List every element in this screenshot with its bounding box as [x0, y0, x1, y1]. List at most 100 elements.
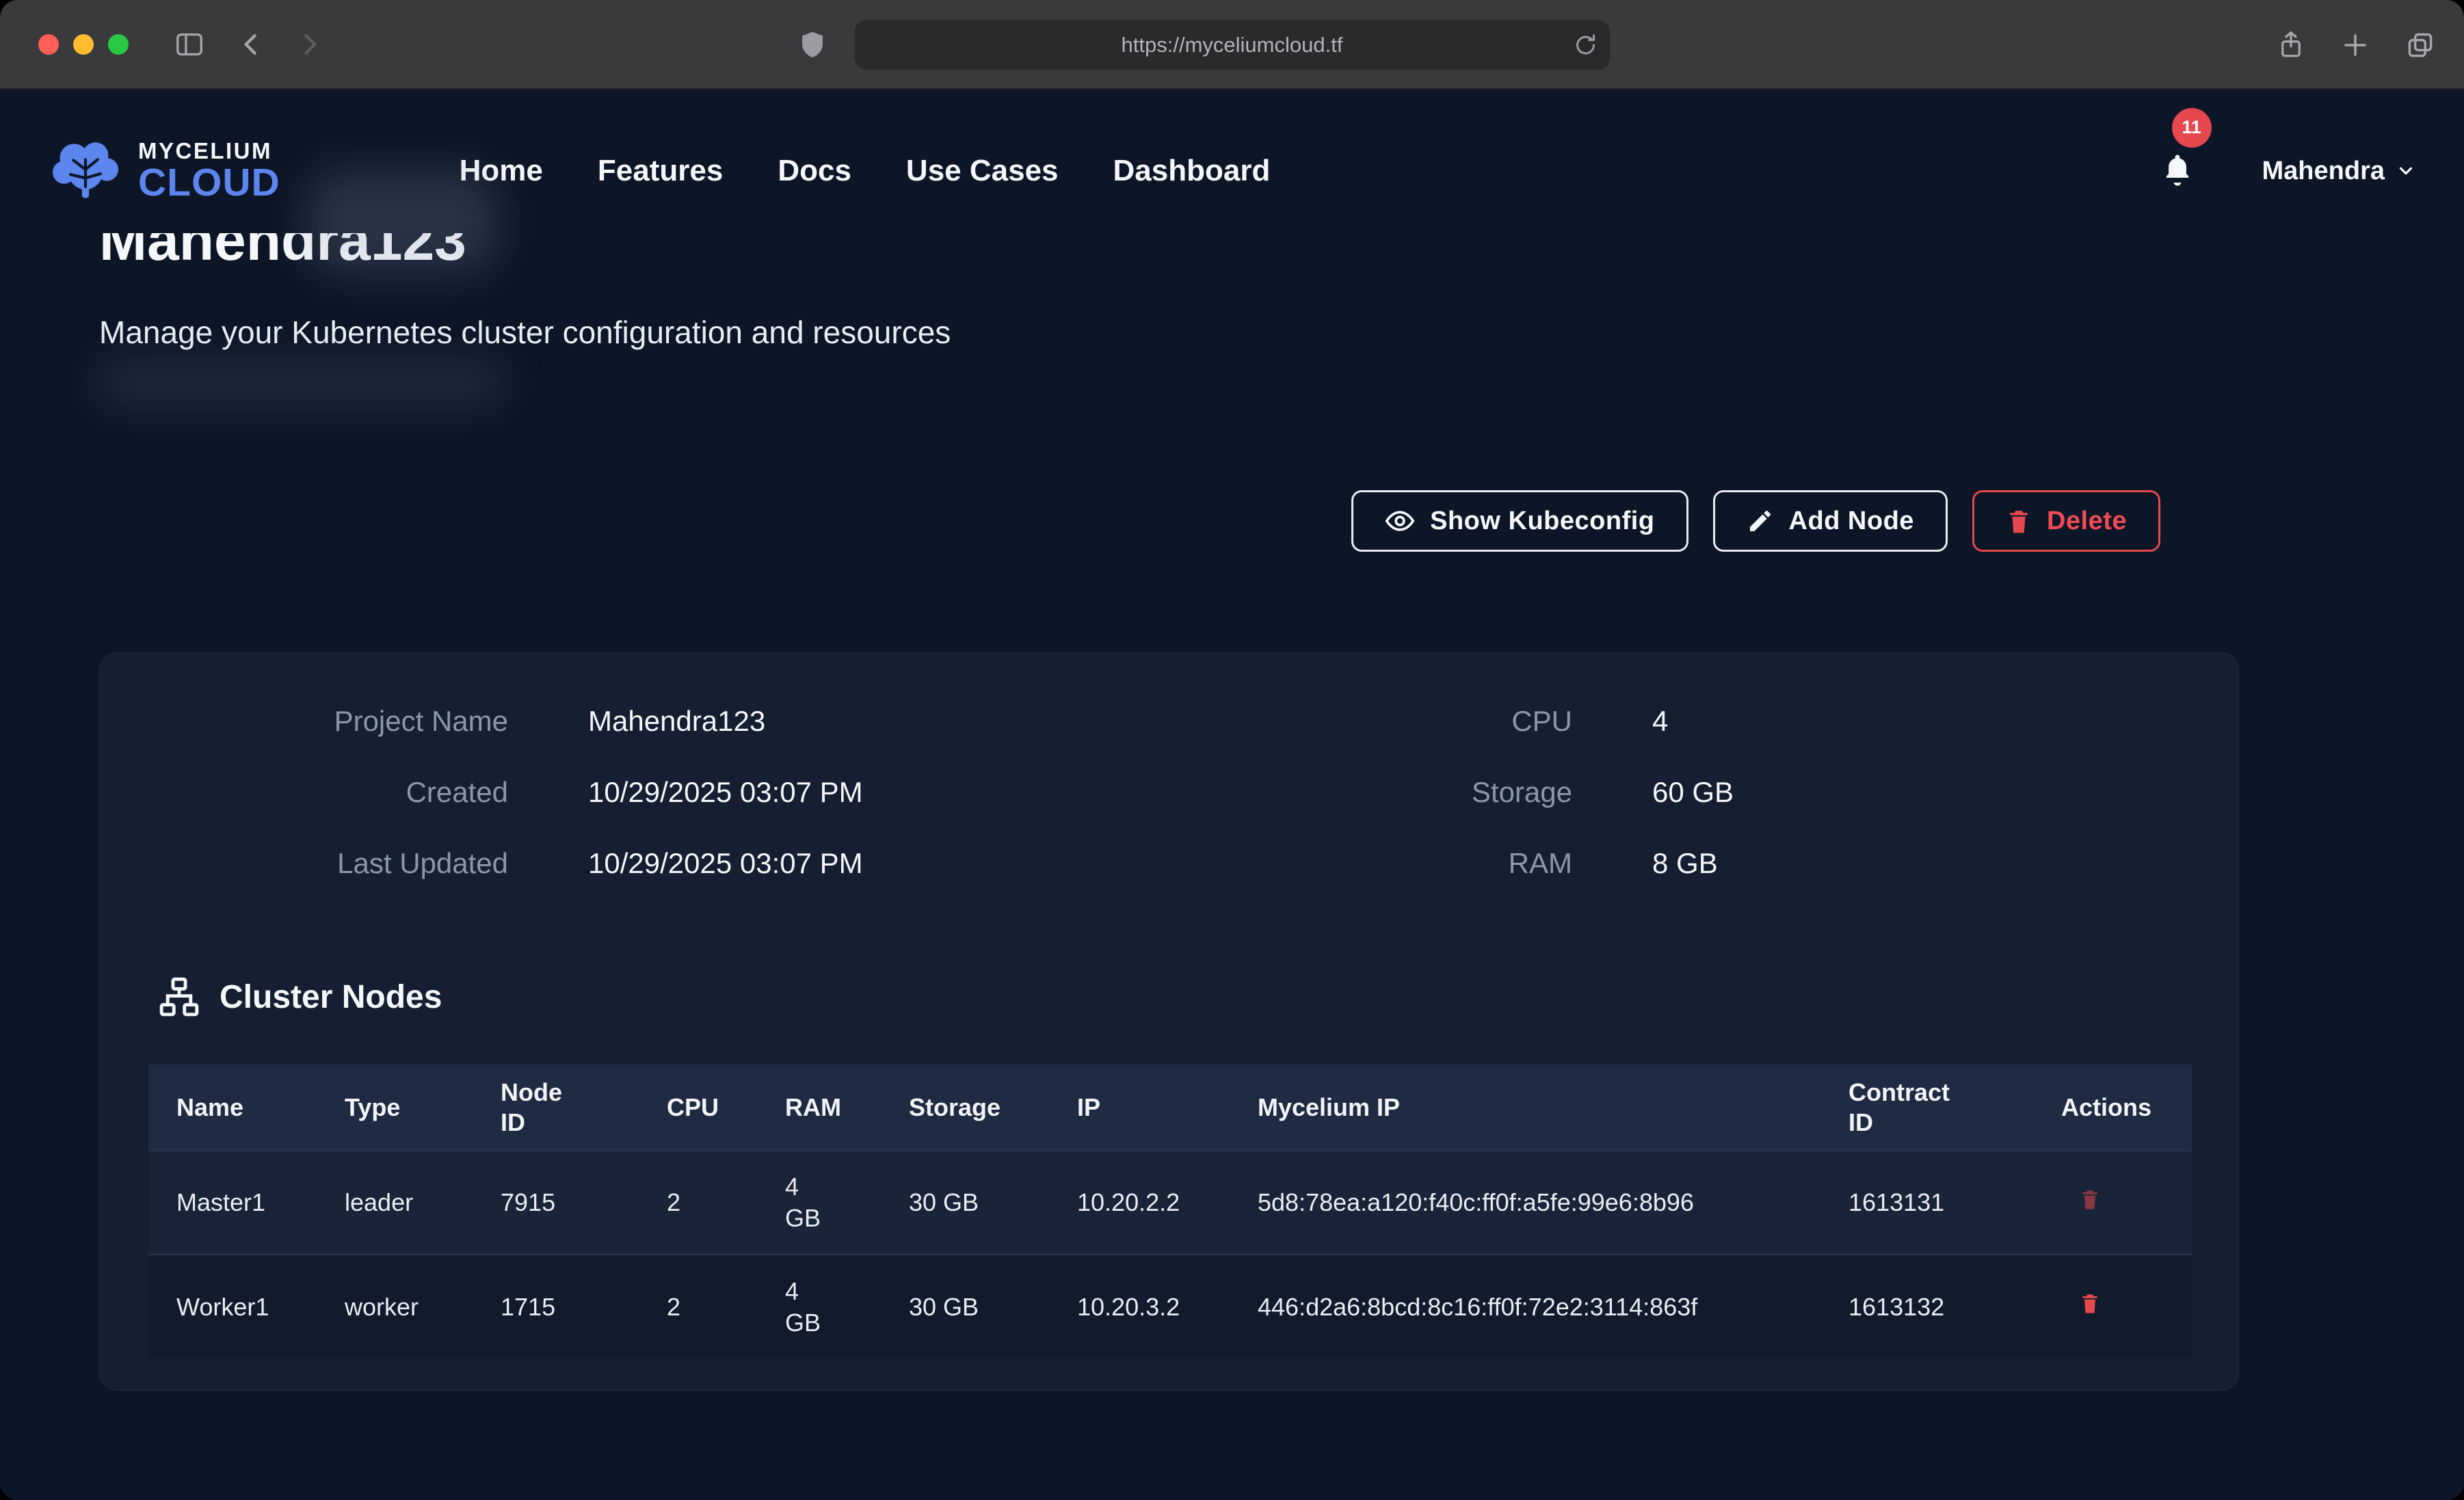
address-bar[interactable]: https://myceliumcloud.tf	[854, 20, 1610, 70]
cell-contract-id: 1613131	[1820, 1151, 2033, 1255]
cluster-info-grid: Project Name Mahendra123 CPU 4 Created 1…	[100, 686, 2238, 899]
col-actions: Actions	[2033, 1064, 2192, 1151]
traffic-lights	[38, 34, 129, 55]
info-label-last-updated: Last Updated	[100, 847, 508, 880]
pencil-icon	[1747, 507, 1774, 535]
add-node-label: Add Node	[1789, 507, 1914, 536]
sidebar-toggle-button[interactable]	[174, 31, 205, 58]
forward-button[interactable]	[297, 29, 323, 59]
share-button[interactable]	[2277, 29, 2305, 62]
info-value-project-name: Mahendra123	[508, 705, 1285, 738]
cluster-nodes-title: Cluster Nodes	[220, 978, 442, 1016]
info-value-ram: 8 GB	[1572, 847, 2238, 880]
mycelium-logo-icon	[48, 138, 123, 204]
cluster-page: Mahendra123 Manage your Kubernetes clust…	[0, 233, 2464, 1391]
info-label-storage: Storage	[1285, 776, 1572, 809]
nav-link-docs[interactable]: Docs	[778, 154, 851, 188]
delete-cluster-button[interactable]: Delete	[1972, 490, 2160, 552]
col-name: Name	[148, 1064, 317, 1151]
cell-mycelium-ip: 5d8:78ea:a120:f40c:ff0f:a5fe:99e6:8b96	[1230, 1151, 1820, 1255]
cell-actions	[2033, 1255, 2192, 1358]
brand-logo[interactable]: MYCELIUM CLOUD	[48, 138, 280, 204]
cell-node-id: 7915	[473, 1151, 639, 1255]
privacy-blur-patch	[96, 360, 506, 404]
delete-node-button[interactable]	[2079, 1186, 2101, 1212]
nav-link-dashboard[interactable]: Dashboard	[1113, 154, 1271, 188]
minimize-window-button[interactable]	[73, 34, 94, 55]
nav-right: 11 Mahendra	[2160, 150, 2416, 192]
table-row: Master1 leader 7915 2 4 GB 30 GB 10.20.2…	[148, 1151, 2192, 1255]
info-value-cpu: 4	[1572, 705, 2238, 738]
cluster-nodes-icon	[158, 976, 200, 1018]
col-type: Type	[317, 1064, 473, 1151]
browser-chrome: https://myceliumcloud.tf	[0, 0, 2464, 90]
cell-ram: 4 GB	[757, 1151, 881, 1255]
info-label-ram: RAM	[1285, 847, 1572, 880]
eye-icon	[1385, 506, 1415, 536]
show-kubeconfig-button[interactable]: Show Kubeconfig	[1351, 490, 1688, 552]
cell-ip: 10.20.2.2	[1049, 1151, 1230, 1255]
cell-storage: 30 GB	[881, 1151, 1049, 1255]
cell-type: worker	[317, 1255, 473, 1358]
privacy-shield-icon[interactable]	[799, 29, 826, 60]
nav-link-features[interactable]: Features	[598, 154, 723, 188]
cell-type: leader	[317, 1151, 473, 1255]
trash-icon	[2006, 507, 2032, 535]
back-button[interactable]	[238, 29, 264, 59]
page-title: Mahendra123	[99, 233, 2464, 271]
info-value-created: 10/29/2025 03:07 PM	[508, 776, 1285, 809]
add-node-button[interactable]: Add Node	[1713, 490, 1948, 552]
cluster-nodes-header: Cluster Nodes	[158, 976, 2238, 1018]
chrome-right-controls	[2277, 0, 2435, 90]
chevron-down-icon	[2396, 161, 2416, 181]
cluster-actions: Show Kubeconfig Add Node Delete	[99, 490, 2160, 552]
col-cpu: CPU	[639, 1064, 757, 1151]
trash-icon	[2079, 1186, 2101, 1212]
site-navbar: MYCELIUM CLOUD Home Features Docs Use Ca…	[0, 90, 2464, 229]
col-mycelium-ip: Mycelium IP	[1230, 1064, 1820, 1151]
info-value-storage: 60 GB	[1572, 776, 2238, 809]
new-tab-button[interactable]	[2341, 31, 2370, 59]
cell-name: Worker1	[148, 1255, 317, 1358]
brand-line-1: MYCELIUM	[138, 139, 280, 163]
notification-count-badge: 11	[2172, 108, 2212, 148]
nav-link-home[interactable]: Home	[460, 154, 543, 188]
user-name: Mahendra	[2262, 157, 2385, 186]
table-row: Worker1 worker 1715 2 4 GB 30 GB 10.20.3…	[148, 1255, 2192, 1358]
col-contract-id: Contract ID	[1820, 1064, 2033, 1151]
brand-text: MYCELIUM CLOUD	[138, 139, 280, 202]
close-window-button[interactable]	[38, 34, 59, 55]
info-label-cpu: CPU	[1285, 705, 1572, 738]
page-body: MYCELIUM CLOUD Home Features Docs Use Ca…	[0, 90, 2464, 1499]
table-header-row: Name Type Node ID CPU RAM Storage IP Myc…	[148, 1064, 2192, 1151]
col-ram: RAM	[757, 1064, 881, 1151]
user-menu[interactable]: Mahendra	[2262, 157, 2416, 186]
tab-overview-button[interactable]	[2405, 30, 2435, 60]
col-node-id: Node ID	[473, 1064, 639, 1151]
nav-links: Home Features Docs Use Cases Dashboard	[460, 154, 1271, 188]
col-ip: IP	[1049, 1064, 1230, 1151]
nodes-table: Name Type Node ID CPU RAM Storage IP Myc…	[148, 1064, 2192, 1358]
reload-icon[interactable]	[1573, 33, 1598, 57]
bell-icon	[2160, 150, 2195, 189]
cell-node-id: 1715	[473, 1255, 639, 1358]
page-subtitle: Manage your Kubernetes cluster configura…	[99, 314, 2464, 351]
page-title-clip: Mahendra123	[99, 233, 2464, 284]
notifications-button[interactable]: 11	[2160, 150, 2195, 192]
info-value-last-updated: 10/29/2025 03:07 PM	[508, 847, 1285, 880]
cell-ram: 4 GB	[757, 1255, 881, 1358]
cluster-details-card: Project Name Mahendra123 CPU 4 Created 1…	[99, 652, 2239, 1391]
info-label-created: Created	[100, 776, 508, 809]
delete-node-button[interactable]	[2079, 1290, 2101, 1316]
show-kubeconfig-label: Show Kubeconfig	[1430, 507, 1654, 536]
cell-contract-id: 1613132	[1820, 1255, 2033, 1358]
cell-cpu: 2	[639, 1151, 757, 1255]
nav-link-use-cases[interactable]: Use Cases	[906, 154, 1059, 188]
url-text: https://myceliumcloud.tf	[1122, 33, 1343, 57]
cell-cpu: 2	[639, 1255, 757, 1358]
zoom-window-button[interactable]	[108, 34, 129, 55]
brand-line-2: CLOUD	[138, 163, 280, 202]
col-storage: Storage	[881, 1064, 1049, 1151]
cell-mycelium-ip: 446:d2a6:8bcd:8c16:ff0f:72e2:3114:863f	[1230, 1255, 1820, 1358]
cell-actions	[2033, 1151, 2192, 1255]
